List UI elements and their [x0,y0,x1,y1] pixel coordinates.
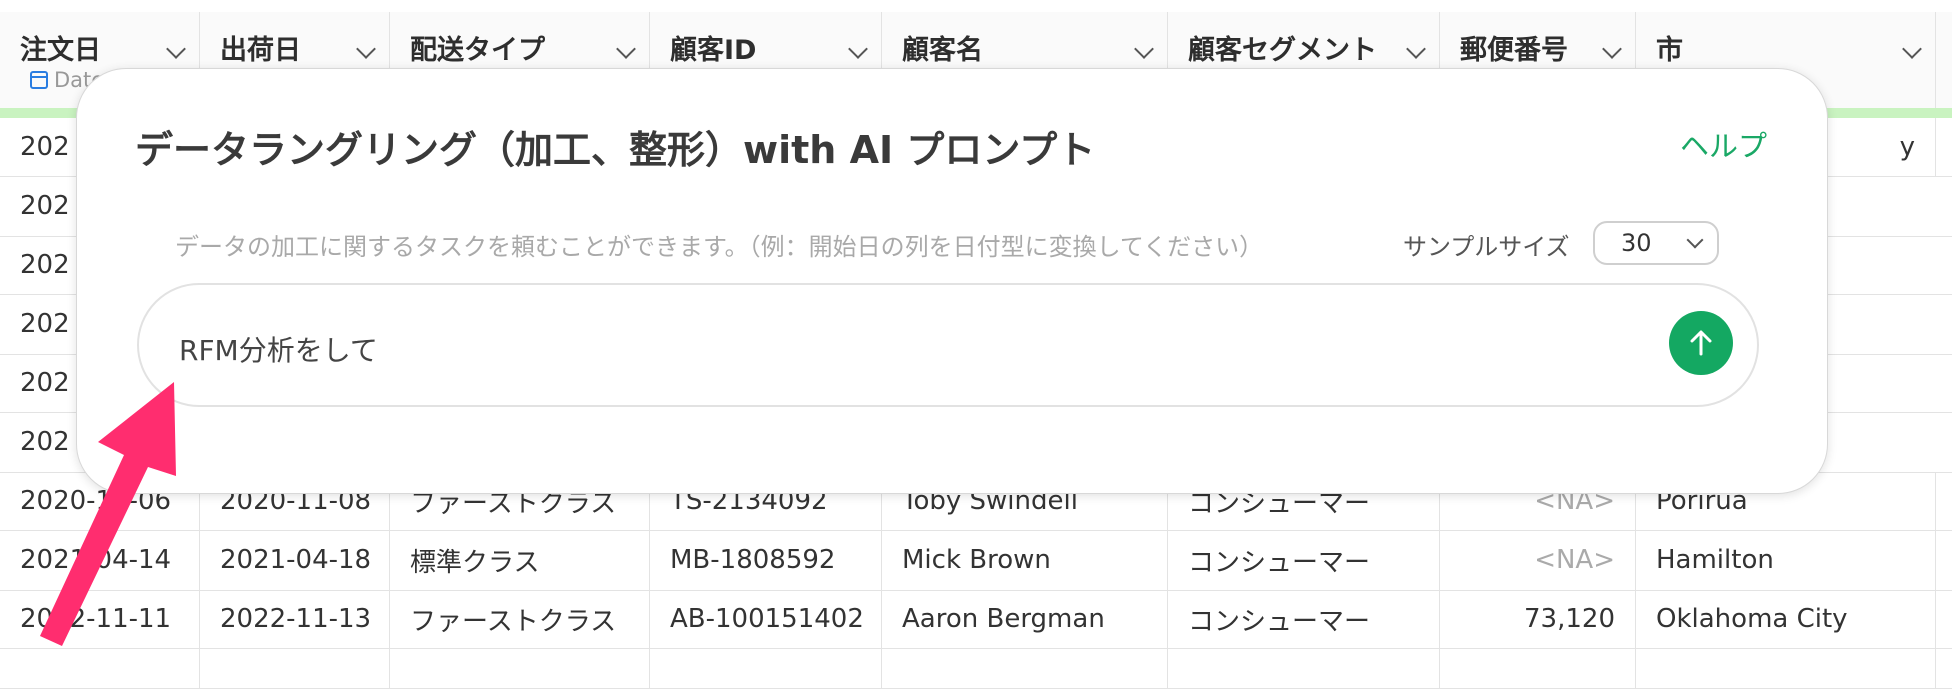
table-cell[interactable]: 2022-11-13 [200,590,390,648]
table-cell[interactable]: MB-1808592 [650,530,882,590]
table-cell[interactable]: 73,120 [1440,590,1636,648]
sample-size-label: サンプルサイズ [1403,233,1570,261]
ai-prompt-dialog: データラングリング（加工、整形）with AI プロンプト ヘルプ データの加工… [76,68,1828,494]
dialog-title: データラングリング（加工、整形）with AI プロンプト [135,128,1096,172]
table-row[interactable]: 2021-04-14 2021-04-18 標準クラス MB-1808592 M… [0,530,1952,591]
table-cell[interactable] [1440,648,1636,688]
table-cell[interactable]: <NA> [1440,530,1636,590]
chevron-down-icon[interactable] [166,39,186,59]
table-cell[interactable]: 2021-04-14 [0,530,200,590]
sample-size-value: 30 [1621,229,1652,257]
prompt-hint-text: データの加工に関するタスクを頼むことができます。（例：開始日の列を日付型に変換し… [175,233,1264,261]
column-label: 市 [1656,35,1683,66]
table-cell[interactable]: Oklahoma City [1636,590,1936,648]
table-cell[interactable]: 2021-04-18 [200,530,390,590]
column-label: 顧客名 [902,35,983,66]
chevron-down-icon [1686,231,1704,249]
column-label: 顧客セグメント [1188,35,1377,66]
column-label: 出荷日 [220,35,301,66]
prompt-input[interactable]: RFM分析をして [137,283,1759,407]
column-label: 郵便番号 [1460,35,1568,66]
calendar-icon [30,71,48,89]
table-cell[interactable] [882,648,1168,688]
table-cell[interactable]: AB-100151402 [650,590,882,648]
table-cell[interactable] [1636,648,1936,688]
send-button[interactable] [1669,311,1733,375]
table-cell[interactable]: ファーストクラス [390,590,650,648]
table-cell[interactable] [1168,648,1440,688]
chevron-down-icon[interactable] [1602,39,1622,59]
chevron-down-icon[interactable] [1406,39,1426,59]
sample-size-select[interactable]: 30 [1593,221,1719,265]
table-cell[interactable] [200,648,390,688]
table-cell[interactable]: 標準クラス [390,530,650,590]
prompt-input-text[interactable]: RFM分析をして [179,329,378,369]
help-link[interactable]: ヘルプ [1680,123,1767,165]
table-cell[interactable]: コンシューマー [1168,590,1440,648]
column-label: 注文日 [20,35,101,66]
table-row[interactable]: 2022-11-11 2022-11-13 ファーストクラス AB-100151… [0,590,1952,649]
column-label: 顧客ID [670,35,757,66]
table-cell[interactable]: Mick Brown [882,530,1168,590]
chevron-down-icon[interactable] [1134,39,1154,59]
table-cell[interactable]: Aaron Bergman [882,590,1168,648]
table-cell[interactable]: コンシューマー [1168,530,1440,590]
chevron-down-icon[interactable] [848,39,868,59]
column-label: 配送タイプ [410,35,545,66]
arrow-up-icon [1690,330,1712,356]
chevron-down-icon[interactable] [616,39,636,59]
chevron-down-icon[interactable] [1902,39,1922,59]
table-cell[interactable] [650,648,882,688]
chevron-down-icon[interactable] [356,39,376,59]
table-cell[interactable]: 2022-11-11 [0,590,200,648]
table-row[interactable] [0,648,1952,689]
table-cell[interactable]: Hamilton [1636,530,1936,590]
table-cell[interactable] [390,648,650,688]
table-cell[interactable] [0,648,200,688]
